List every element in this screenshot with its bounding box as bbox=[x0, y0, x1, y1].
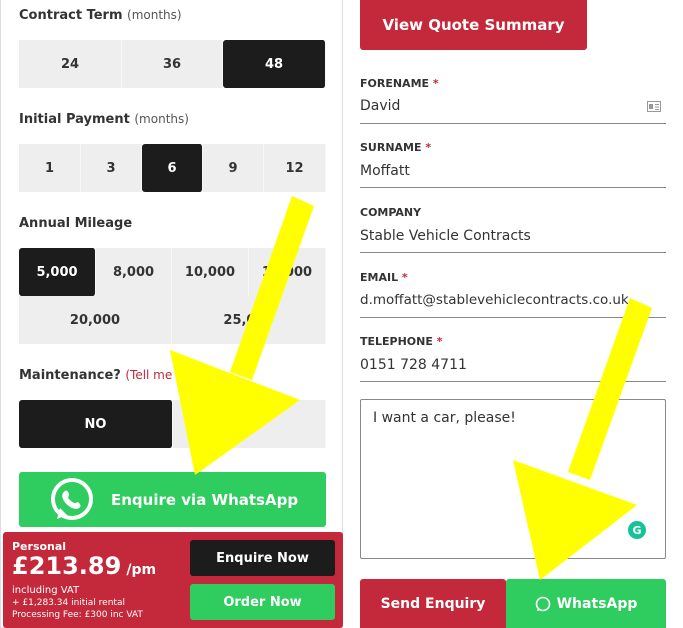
vat-note: including VAT bbox=[12, 585, 80, 596]
term-option-48[interactable]: 48 bbox=[223, 40, 326, 88]
divider bbox=[360, 252, 666, 253]
message-textarea[interactable]: I want a car, please! bbox=[360, 399, 666, 559]
company-label: COMPANY bbox=[360, 206, 422, 219]
forename-input[interactable]: David bbox=[360, 98, 400, 114]
enquire-now-button[interactable]: Enquire Now bbox=[190, 540, 335, 576]
telephone-input[interactable]: 0151 728 4711 bbox=[360, 357, 467, 373]
maintenance-heading: Maintenance? (Tell me more) bbox=[19, 368, 212, 383]
divider bbox=[360, 381, 666, 382]
initial-payment-heading: Initial Payment (months) bbox=[19, 112, 189, 127]
mileage-option-10000[interactable]: 10,000 bbox=[172, 248, 249, 296]
payment-option-12[interactable]: 12 bbox=[264, 144, 326, 192]
send-enquiry-button[interactable]: Send Enquiry bbox=[360, 579, 506, 628]
grammarly-icon[interactable]: G bbox=[628, 521, 646, 539]
email-input[interactable]: d.moffatt@stablevehiclecontracts.co.uk bbox=[360, 292, 629, 308]
divider bbox=[360, 317, 666, 318]
term-option-24[interactable]: 24 bbox=[19, 40, 122, 88]
order-now-button[interactable]: Order Now bbox=[190, 584, 335, 620]
term-option-36[interactable]: 36 bbox=[122, 40, 223, 88]
surname-input[interactable]: Moffatt bbox=[360, 163, 410, 179]
annual-mileage-heading: Annual Mileage bbox=[19, 216, 133, 231]
whatsapp-icon bbox=[535, 596, 550, 611]
forename-label: FORENAME * bbox=[360, 77, 439, 90]
maintenance-option-no[interactable]: NO bbox=[19, 400, 173, 448]
mileage-option-25000[interactable]: 25,000 bbox=[172, 296, 326, 344]
enquire-whatsapp-button[interactable]: Enquire via WhatsApp bbox=[19, 472, 326, 527]
payment-option-6[interactable]: 6 bbox=[142, 144, 203, 192]
view-quote-summary-button[interactable]: View Quote Summary bbox=[360, 0, 587, 50]
whatsapp-label: WhatsApp bbox=[556, 595, 638, 612]
payment-option-3[interactable]: 3 bbox=[81, 144, 142, 192]
payment-option-9[interactable]: 9 bbox=[203, 144, 264, 192]
whatsapp-button[interactable]: WhatsApp bbox=[506, 579, 666, 628]
divider bbox=[360, 187, 666, 188]
vehicle-options-panel: Contract Term (months) 24 36 48 Initial … bbox=[0, 0, 343, 628]
maintenance-option-yes[interactable]: YES bbox=[173, 400, 326, 448]
price-bar: Personal £213.89 /pm including VAT + £1,… bbox=[3, 532, 343, 628]
payment-option-1[interactable]: 1 bbox=[19, 144, 81, 192]
company-input[interactable]: Stable Vehicle Contracts bbox=[360, 228, 531, 244]
mileage-option-15000[interactable]: 15,000 bbox=[249, 248, 326, 296]
whatsapp-icon bbox=[51, 477, 93, 520]
enquiry-form: View Quote Summary FORENAME * David SURN… bbox=[345, 0, 683, 628]
initial-rental: + £1,283.34 initial rental bbox=[12, 598, 125, 608]
mileage-option-5000[interactable]: 5,000 bbox=[19, 248, 96, 296]
monthly-price: £213.89 /pm bbox=[12, 552, 157, 580]
email-label: EMAIL * bbox=[360, 271, 408, 284]
mileage-option-8000[interactable]: 8,000 bbox=[96, 248, 172, 296]
divider bbox=[360, 123, 666, 124]
whatsapp-button-label: Enquire via WhatsApp bbox=[111, 490, 299, 509]
mileage-option-20000[interactable]: 20,000 bbox=[19, 296, 172, 344]
processing-fee: Processing Fee: £300 inc VAT bbox=[12, 610, 143, 620]
telephone-label: TELEPHONE * bbox=[360, 335, 443, 348]
surname-label: SURNAME * bbox=[360, 141, 432, 154]
contract-term-heading: Contract Term (months) bbox=[19, 8, 182, 23]
tell-me-more-link[interactable]: (Tell me more) bbox=[125, 368, 212, 382]
contact-card-icon[interactable] bbox=[647, 101, 661, 112]
